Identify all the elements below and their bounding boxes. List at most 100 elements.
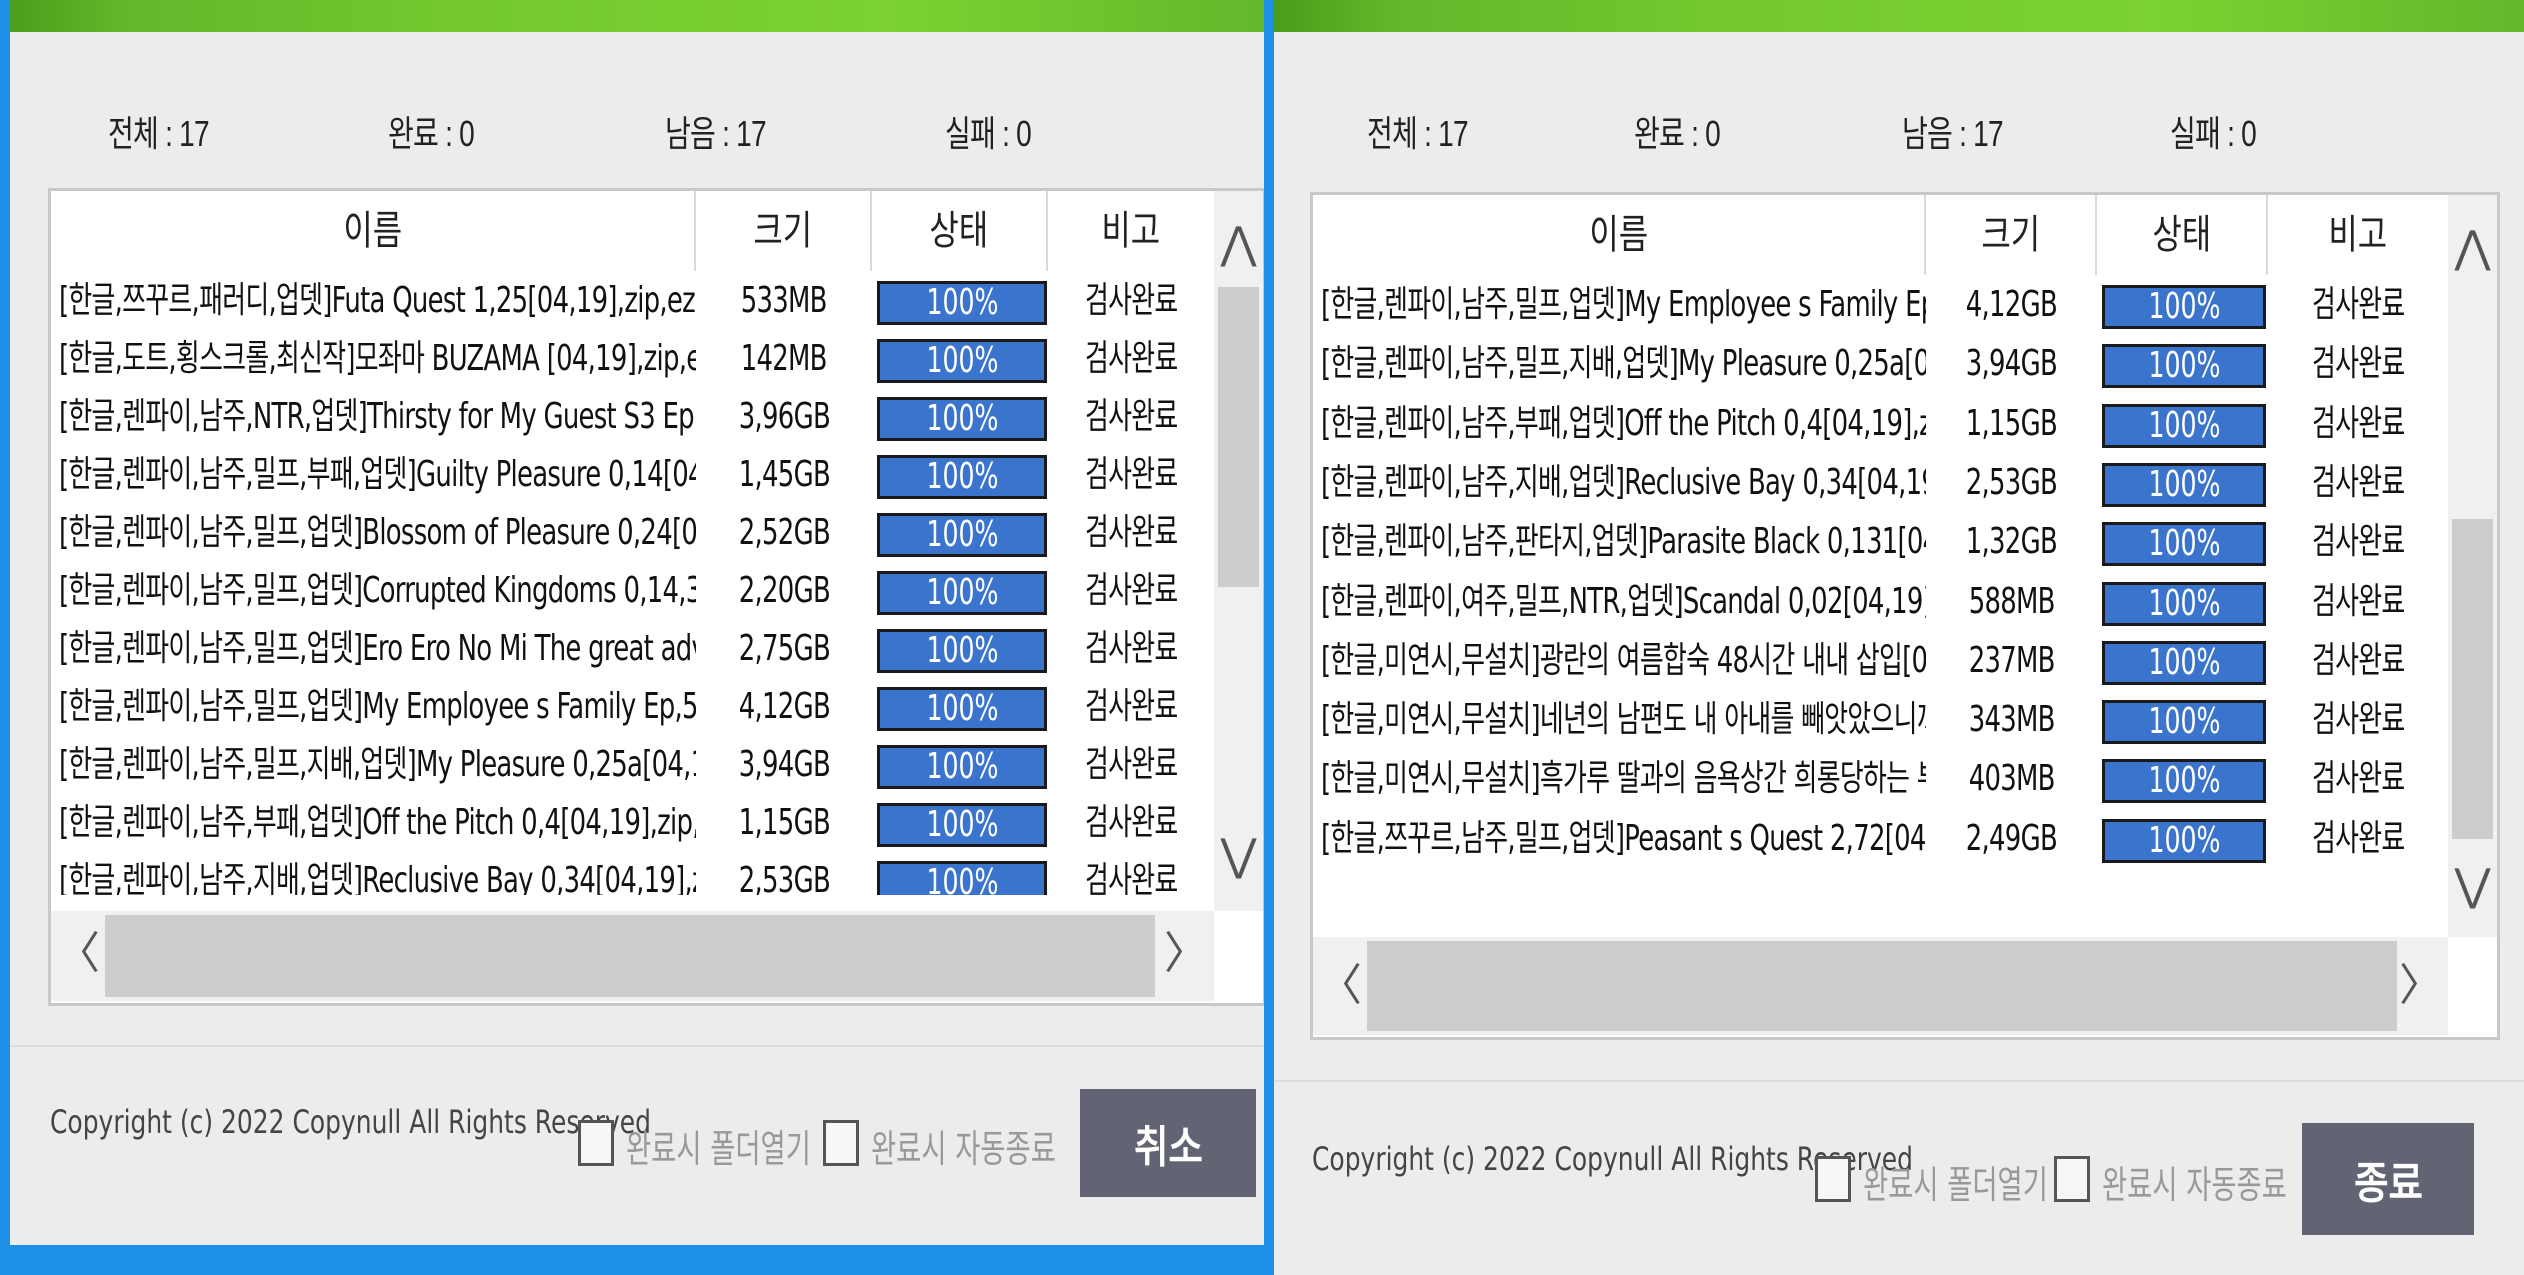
- column-header-name[interactable]: 이름: [1313, 195, 1926, 275]
- progress-bar: 100%: [877, 803, 1047, 847]
- open-folder-option[interactable]: 완료시 폴더열기: [578, 1114, 828, 1174]
- progress-bar: 100%: [877, 629, 1047, 673]
- file-size-cell: 2,75GB: [738, 628, 830, 669]
- table-row[interactable]: [한글,렌파이,남주,NTR,업뎃]Thirsty for My Guest S…: [51, 389, 1214, 447]
- stat-total: 전체 : 17: [1367, 113, 1469, 154]
- open-folder-checkbox[interactable]: [1815, 1156, 1851, 1202]
- vertical-scroll-thumb[interactable]: [1218, 287, 1259, 587]
- note-cell: 검사완료: [2311, 817, 2405, 859]
- table-row[interactable]: [한글,렌파이,남주,밀프,업뎃]My Employee s Family Ep…: [1313, 277, 2448, 335]
- vertical-scrollbar[interactable]: ⋀ ⋁: [2448, 195, 2497, 937]
- note-cell: 검사완료: [2311, 639, 2405, 681]
- table-row[interactable]: [한글,미연시,무설치]흑가루 딸과의 음욕상간 희롱당하는 부 403MB 100…: [1313, 751, 2448, 809]
- table-row[interactable]: [한글,렌파이,남주,밀프,지배,업뎃]My Pleasure 0,25a[04…: [1313, 336, 2448, 394]
- progress-bar: 100%: [2102, 462, 2266, 507]
- progress-bar: 100%: [877, 513, 1047, 557]
- scroll-down-icon[interactable]: ⋁: [1214, 831, 1263, 881]
- scroll-down-icon[interactable]: ⋁: [2448, 861, 2497, 911]
- table-row[interactable]: [한글,렌파이,남주,밀프,업뎃]Ero Ero No Mi The great…: [51, 621, 1214, 679]
- stat-remaining: 남음 : 17: [665, 113, 767, 154]
- column-header-note[interactable]: 비고: [1048, 191, 1214, 271]
- title-bar[interactable]: [1272, 0, 2524, 32]
- column-header-size[interactable]: 크기: [1926, 195, 2097, 275]
- horizontal-scrollbar[interactable]: 〈 〉: [51, 911, 1214, 1001]
- scroll-right-icon[interactable]: 〉: [2396, 961, 2446, 1011]
- file-size-cell: 4,12GB: [1965, 284, 2058, 325]
- stat-failed: 실패 : 0: [2170, 113, 2257, 154]
- table-row[interactable]: [한글,렌파이,여주,밀프,NTR,업뎃]Scandal 0,02[04,19]…: [1313, 574, 2448, 632]
- table-row[interactable]: [한글,쯔꾸르,패러디,업뎃]Futa Quest 1,25[04,19],zi…: [51, 273, 1214, 331]
- horizontal-scroll-thumb[interactable]: [105, 915, 1155, 997]
- window-border-bottom: [0, 1245, 1268, 1275]
- stat-failed: 실패 : 0: [945, 113, 1032, 154]
- note-cell: 검사완료: [2311, 580, 2405, 622]
- auto-exit-option[interactable]: 완료시 자동종료: [2054, 1150, 2304, 1210]
- note-cell: 검사완료: [1084, 338, 1178, 379]
- note-cell: 검사완료: [1084, 744, 1178, 785]
- column-header-name[interactable]: 이름: [51, 191, 696, 271]
- horizontal-scroll-thumb[interactable]: [1367, 941, 2397, 1031]
- table-row[interactable]: [한글,미연시,무설치]네년의 남편도 내 아내를 빼앗았으니끼 343MB 100…: [1313, 692, 2448, 750]
- note-cell: 검사완료: [2311, 699, 2405, 741]
- column-header-size[interactable]: 크기: [696, 191, 872, 271]
- table-row[interactable]: [한글,렌파이,남주,판타지,업뎃]Parasite Black 0,131[0…: [1313, 514, 2448, 572]
- table-row[interactable]: [한글,렌파이,남주,밀프,부패,업뎃]Guilty Pleasure 0,14…: [51, 447, 1214, 505]
- file-name-cell: [한글,쯔꾸르,남주,밀프,업뎃]Peasant s Quest 2,72[04…: [1321, 817, 1926, 859]
- scroll-right-icon[interactable]: 〉: [1161, 929, 1211, 979]
- progress-bar: 100%: [877, 861, 1047, 895]
- progress-label: 100%: [925, 456, 999, 497]
- column-header-status[interactable]: 상태: [2097, 195, 2268, 275]
- horizontal-scrollbar[interactable]: 〈 〉: [1313, 937, 2448, 1035]
- progress-label: 100%: [2147, 404, 2221, 446]
- copyright-text: Copyright (c) 2022 Copynull All Rights R…: [50, 1103, 651, 1141]
- title-bar[interactable]: [0, 0, 1268, 32]
- exit-button[interactable]: 종료: [2302, 1123, 2474, 1235]
- cancel-button[interactable]: 취소: [1080, 1089, 1256, 1197]
- note-cell: 검사완료: [2311, 461, 2405, 503]
- note-cell: 검사완료: [2311, 343, 2405, 385]
- progress-bar: 100%: [877, 281, 1047, 325]
- window-border-divider: [1264, 0, 1274, 1275]
- note-cell: 검사완료: [1084, 686, 1178, 727]
- table-row[interactable]: [한글,쯔꾸르,남주,밀프,업뎃]Peasant s Quest 2,72[04…: [1313, 811, 2448, 869]
- auto-exit-checkbox[interactable]: [2054, 1156, 2090, 1202]
- table-row[interactable]: [한글,렌파이,남주,밀프,지배,업뎃]My Pleasure 0,25a[04…: [51, 737, 1214, 795]
- auto-exit-option[interactable]: 완료시 자동종료: [823, 1114, 1073, 1174]
- scroll-left-icon[interactable]: 〈: [53, 929, 103, 979]
- progress-bar: 100%: [2102, 818, 2266, 863]
- table-row[interactable]: [한글,렌파이,남주,지배,업뎃]Reclusive Bay 0,34[04,1…: [51, 853, 1214, 895]
- vertical-scrollbar[interactable]: ⋀ ⋁: [1214, 191, 1263, 911]
- progress-bar: 100%: [2102, 700, 2266, 745]
- progress-bar: 100%: [877, 397, 1047, 441]
- table-row[interactable]: [한글,렌파이,남주,밀프,업뎃]Corrupted Kingdoms 0,14…: [51, 563, 1214, 621]
- table-row[interactable]: [한글,미연시,무설치]광란의 여름합숙 48시간 내내 삽입[04, 237MB…: [1313, 633, 2448, 691]
- table-row[interactable]: [한글,렌파이,남주,밀프,업뎃]Blossom of Pleasure 0,2…: [51, 505, 1214, 563]
- window-border-left: [0, 0, 10, 1275]
- open-folder-checkbox[interactable]: [578, 1120, 614, 1166]
- scroll-left-icon[interactable]: 〈: [1315, 961, 1365, 1011]
- progress-bar: 100%: [2102, 759, 2266, 804]
- table-row[interactable]: [한글,렌파이,남주,부패,업뎃]Off the Pitch 0,4[04,19…: [51, 795, 1214, 853]
- file-size-cell: 2,49GB: [1965, 817, 2058, 859]
- progress-label: 100%: [925, 340, 999, 381]
- table-row[interactable]: [한글,렌파이,남주,밀프,업뎃]My Employee s Family Ep…: [51, 679, 1214, 737]
- open-folder-option[interactable]: 완료시 폴더열기: [1815, 1150, 2065, 1210]
- vertical-scroll-thumb[interactable]: [2452, 519, 2493, 839]
- auto-exit-checkbox[interactable]: [823, 1120, 859, 1166]
- column-header-note[interactable]: 비고: [2268, 195, 2448, 275]
- table-body: [한글,쯔꾸르,패러디,업뎃]Futa Quest 1,25[04,19],zi…: [51, 273, 1214, 895]
- progress-label: 100%: [925, 688, 999, 729]
- table-row[interactable]: [한글,도트,횡스크롤,최신작]모좌마 BUZAMA [04,19],zip,e…: [51, 331, 1214, 389]
- scroll-up-icon[interactable]: ⋀: [1214, 219, 1263, 269]
- progress-label: 100%: [2147, 286, 2221, 327]
- table-row[interactable]: [한글,렌파이,남주,지배,업뎃]Reclusive Bay 0,34[04,1…: [1313, 455, 2448, 513]
- file-size-cell: 343MB: [1968, 699, 2055, 741]
- scroll-up-icon[interactable]: ⋀: [2448, 223, 2497, 273]
- note-cell: 검사완료: [1084, 570, 1178, 611]
- file-name-cell: [한글,렌파이,남주,지배,업뎃]Reclusive Bay 0,34[04,1…: [1321, 461, 1926, 503]
- file-size-cell: 1,32GB: [1965, 521, 2058, 563]
- column-header-status[interactable]: 상태: [872, 191, 1048, 271]
- progress-label: 100%: [925, 572, 999, 613]
- stats-row: 전체 : 17 완료 : 0 남음 : 17 실패 : 0: [1272, 105, 2524, 155]
- table-row[interactable]: [한글,렌파이,남주,부패,업뎃]Off the Pitch 0,4[04,19…: [1313, 396, 2448, 454]
